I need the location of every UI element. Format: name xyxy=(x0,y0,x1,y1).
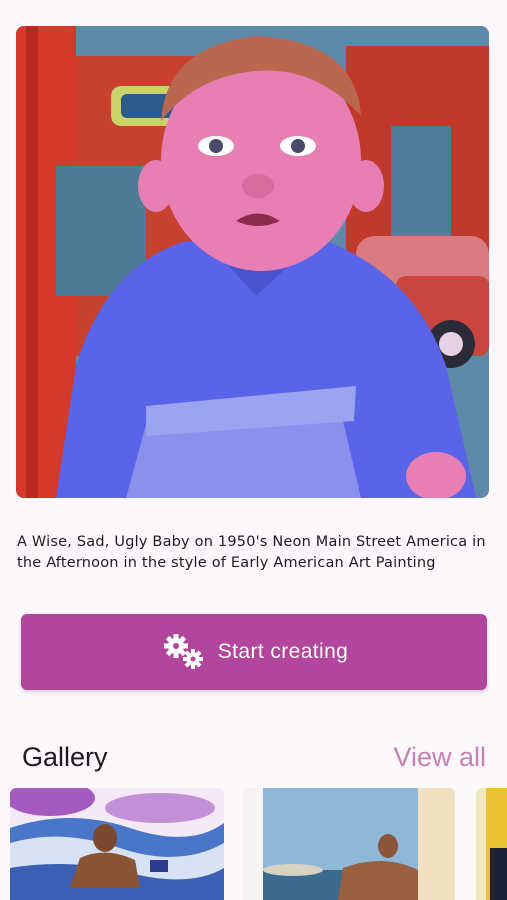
gears-icon xyxy=(163,634,203,669)
gallery-title: Gallery xyxy=(22,742,108,772)
gallery-thumbnail[interactable] xyxy=(476,788,507,900)
start-creating-button[interactable]: Start creating xyxy=(21,614,487,690)
view-all-link[interactable]: View all xyxy=(393,742,486,773)
gallery-thumbnail[interactable] xyxy=(243,788,455,900)
prompt-text: A Wise, Sad, Ugly Baby on 1950's Neon Ma… xyxy=(17,534,486,571)
hero-image xyxy=(16,26,489,498)
start-creating-label: Start creating xyxy=(217,640,349,663)
gallery-thumbnail[interactable] xyxy=(10,788,224,900)
